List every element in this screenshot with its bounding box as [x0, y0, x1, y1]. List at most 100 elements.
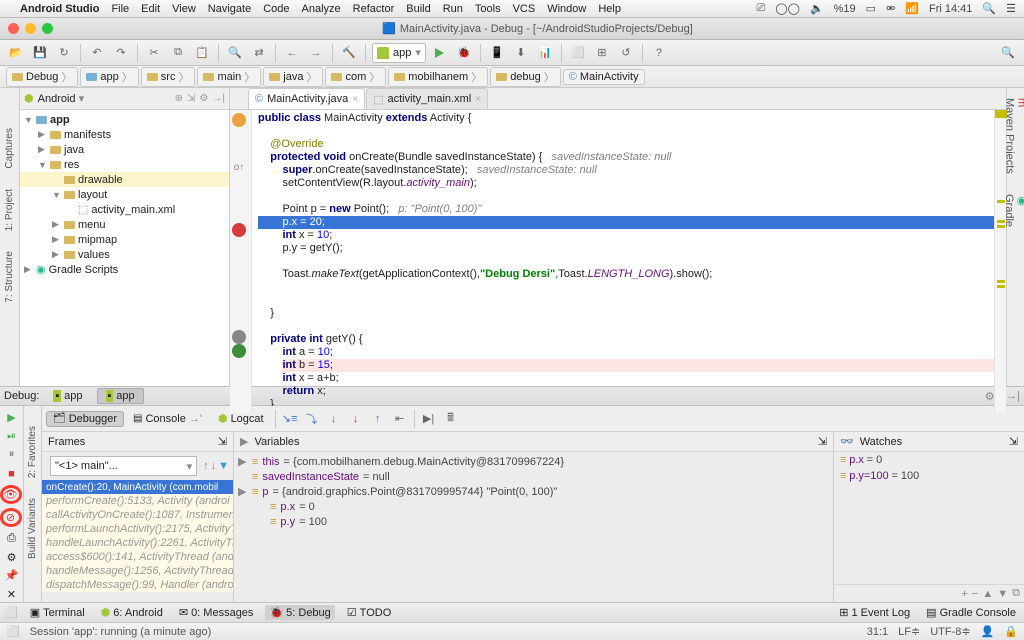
tree-node[interactable]: ▶mipmap	[20, 232, 229, 247]
add-watch-icon[interactable]: +	[961, 588, 967, 600]
wifi2-icon[interactable]: 📶	[905, 2, 919, 15]
gear-icon[interactable]: ⚙	[199, 93, 208, 104]
dump-icon[interactable]: ⎙	[3, 531, 21, 546]
status-icon[interactable]: ⬜	[6, 625, 20, 638]
show-exec-icon[interactable]: ↘≡	[280, 409, 300, 429]
insp-icon[interactable]: 👤	[981, 625, 995, 638]
tree-node[interactable]: ▶manifests	[20, 127, 229, 142]
up-icon[interactable]: ▲	[982, 588, 993, 600]
sdk-icon[interactable]: ⬇	[511, 43, 531, 63]
target-icon[interactable]: ⊕	[175, 93, 183, 104]
make-icon[interactable]: 🔨	[339, 43, 359, 63]
btab-debug[interactable]: 🐞 5: Debug	[265, 605, 334, 620]
menu-build[interactable]: Build	[406, 3, 430, 15]
breakpoint-icon[interactable]	[232, 223, 246, 237]
tool-project[interactable]: 1: Project	[4, 189, 15, 231]
volume-icon[interactable]: 🔈	[810, 2, 824, 15]
menu-appname[interactable]: Android Studio	[20, 3, 99, 15]
tree-node[interactable]: ▶values	[20, 247, 229, 262]
variable-row[interactable]: ≡ p.y = 100	[238, 514, 829, 529]
force-step-icon[interactable]: ↓	[346, 409, 366, 429]
rerun-icon[interactable]: ▶	[3, 410, 21, 425]
step-out-icon[interactable]: ↑	[368, 409, 388, 429]
battery-icon[interactable]: ▭	[866, 2, 876, 15]
pause-icon[interactable]: ⏸	[3, 447, 21, 462]
view-breakpoints-button[interactable]: 👁	[0, 485, 22, 504]
down-icon[interactable]: ▼	[997, 588, 1008, 600]
frame-row[interactable]: callActivityOnCreate():1087, Instrument	[42, 508, 233, 522]
crumb-2[interactable]: src〉	[141, 67, 196, 87]
avd-icon[interactable]: 📱	[487, 43, 507, 63]
tree-node[interactable]: ▼layout	[20, 187, 229, 202]
mute-breakpoints-button[interactable]: ⊘	[0, 508, 22, 527]
debug-session-tab-1[interactable]: ▪ app	[97, 388, 144, 404]
tool-gradle[interactable]: ◉Gradle	[1003, 194, 1024, 227]
menu-tools[interactable]: Tools	[475, 3, 501, 15]
caret-pos[interactable]: 31:1	[867, 626, 888, 638]
tree-node[interactable]: ▶◉Gradle Scripts	[20, 262, 229, 277]
tool-captures[interactable]: Captures	[4, 128, 15, 169]
notification-icon[interactable]: ☰	[1006, 2, 1016, 15]
variable-row[interactable]: ≡ p.x = 0	[238, 499, 829, 514]
resume-icon[interactable]: ⏯	[3, 429, 21, 444]
restore-icon[interactable]: ⇲	[1009, 435, 1018, 448]
tree-node[interactable]: ▼res	[20, 157, 229, 172]
open-icon[interactable]: 📂	[6, 43, 26, 63]
watch-row[interactable]: ≡ p.x = 0	[834, 452, 1024, 468]
run-button[interactable]	[430, 43, 450, 63]
editor-gutter[interactable]: o↑	[230, 110, 252, 413]
find-icon[interactable]: 🔍	[225, 43, 245, 63]
menu-code[interactable]: Code	[263, 3, 289, 15]
forward-icon[interactable]: →	[306, 43, 326, 63]
thread-dropdown[interactable]: "<1> main"...▾	[50, 456, 197, 476]
save-icon[interactable]: 💾	[30, 43, 50, 63]
sync2-icon[interactable]: ↺	[616, 43, 636, 63]
tree-node[interactable]: ▶menu	[20, 217, 229, 232]
menu-run[interactable]: Run	[443, 3, 463, 15]
frame-row[interactable]: handleMessage():1256, ActivityThread	[42, 564, 233, 578]
filter-icon[interactable]: ▼	[218, 460, 229, 472]
project-view-dropdown[interactable]: Android ▾	[38, 92, 171, 105]
menu-analyze[interactable]: Analyze	[302, 3, 341, 15]
structure-icon[interactable]: ⊞	[592, 43, 612, 63]
close-tab-icon[interactable]: ×	[475, 94, 481, 105]
menu-refactor[interactable]: Refactor	[353, 3, 395, 15]
btab-gradle-console[interactable]: ▤ Gradle Console	[922, 605, 1020, 620]
sync-project-icon[interactable]: ↻	[54, 43, 74, 63]
line-sep[interactable]: LF≑	[898, 625, 920, 638]
copy-icon[interactable]: ⧉	[168, 43, 188, 63]
frame-row[interactable]: performLaunchActivity():2175, ActivityT	[42, 522, 233, 536]
cut-icon[interactable]: ✂	[144, 43, 164, 63]
close-icon[interactable]: ✕	[3, 587, 21, 602]
frame-row[interactable]: access$600():141, ActivityThread (and	[42, 550, 233, 564]
code-editor[interactable]: o↑ public class MainActivity extends Act…	[230, 110, 1006, 413]
restore-icon[interactable]: ⇲	[818, 435, 827, 448]
frame-row[interactable]: dispatchMessage():99, Handler (androi	[42, 578, 233, 592]
monitor-icon[interactable]: 📊	[535, 43, 555, 63]
debug-button[interactable]: 🐞	[454, 43, 474, 63]
tab-debugger[interactable]: 🗂 Debugger	[46, 411, 124, 427]
undo-icon[interactable]: ↶	[87, 43, 107, 63]
tree-node[interactable]: ▶java	[20, 142, 229, 157]
crumb-1[interactable]: app〉	[80, 67, 138, 87]
tool-structure[interactable]: 7: Structure	[4, 251, 15, 303]
debug-session-tab-0[interactable]: ▪ app	[45, 389, 90, 403]
pin-icon[interactable]: 📌	[3, 569, 21, 584]
search-everywhere-icon[interactable]: 🔍	[998, 43, 1018, 63]
remove-watch-icon[interactable]: −	[972, 588, 978, 600]
btab-eventlog[interactable]: ⊞ 1 Event Log	[835, 605, 914, 620]
prev-frame-icon[interactable]: ↑	[203, 460, 209, 472]
variable-row[interactable]: ▶≡ p = {android.graphics.Point@831709995…	[238, 484, 829, 499]
redo-icon[interactable]: ↷	[111, 43, 131, 63]
menu-vcs[interactable]: VCS	[513, 3, 536, 15]
btab-android[interactable]: ⬢ 6: Android	[97, 605, 167, 620]
step-into-icon[interactable]: ↓	[324, 409, 344, 429]
tree-node[interactable]: ⬚activity_main.xml	[20, 202, 229, 217]
encoding[interactable]: UTF-8≑	[930, 625, 970, 638]
menu-navigate[interactable]: Navigate	[208, 3, 251, 15]
copy-watch-icon[interactable]: ⧉	[1012, 587, 1020, 600]
crumb-0[interactable]: Debug〉	[6, 67, 78, 87]
editor-tab-0[interactable]: ©MainActivity.java×	[248, 88, 365, 109]
wifi-icon[interactable]: ⚮	[886, 2, 895, 15]
run-config-dropdown[interactable]: app▾	[372, 43, 426, 63]
